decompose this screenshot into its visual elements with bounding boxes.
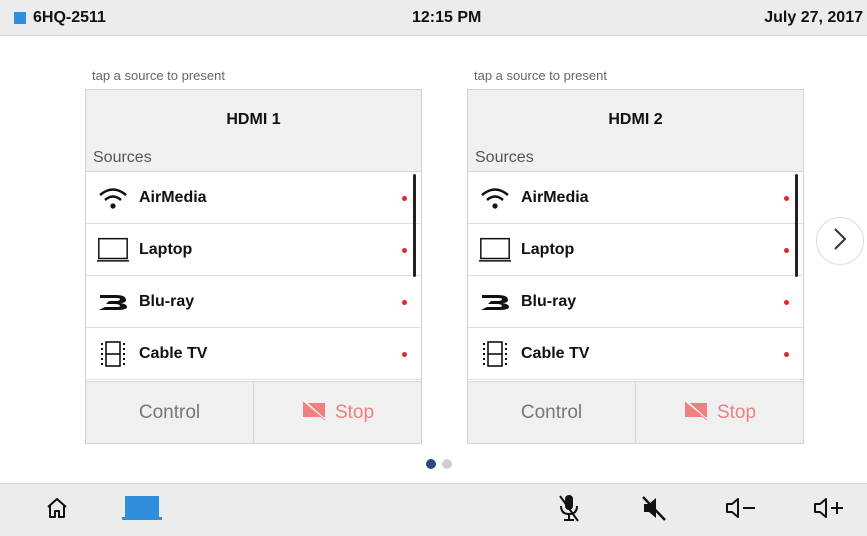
status-dot	[784, 300, 789, 305]
source-list[interactable]: AirMedia Laptop Blu-ray Cable TV	[86, 172, 421, 382]
page-dot[interactable]	[442, 459, 452, 469]
wifi-icon	[478, 184, 512, 212]
source-item-bluray[interactable]: Blu-ray	[86, 276, 421, 328]
date: July 27, 2017	[764, 9, 863, 26]
source-label: AirMedia	[521, 188, 589, 206]
volume-down-button[interactable]	[724, 494, 758, 526]
source-item-airmedia[interactable]: AirMedia	[86, 172, 421, 224]
stop-label: Stop	[334, 401, 375, 423]
speaker-mute-icon	[640, 494, 668, 527]
status-dot	[784, 352, 789, 357]
panel-actions: Control Stop	[86, 381, 421, 443]
stop-button[interactable]: Stop	[635, 382, 803, 443]
source-label: AirMedia	[139, 188, 207, 206]
home-button[interactable]	[40, 494, 74, 526]
control-button[interactable]: Control	[86, 382, 253, 443]
bluray-icon	[96, 288, 130, 316]
panel-1-hint: tap a source to present	[92, 68, 225, 83]
status-dot	[402, 352, 407, 357]
source-item-airmedia[interactable]: AirMedia	[468, 172, 803, 224]
stop-screen-icon	[301, 399, 327, 426]
status-dot	[784, 196, 789, 201]
film-icon	[478, 340, 512, 368]
stop-button[interactable]: Stop	[253, 382, 421, 443]
panel-title: HDMI 2	[468, 90, 803, 150]
bluray-icon	[478, 288, 512, 316]
panel-hdmi-1: HDMI 1 Sources AirMedia Laptop Blu-ray C…	[85, 89, 422, 444]
scrollbar[interactable]	[413, 174, 416, 277]
source-item-cable-tv[interactable]: Cable TV	[86, 328, 421, 380]
room-label: 6HQ-2511	[33, 9, 106, 26]
status-dot	[402, 196, 407, 201]
next-page-button[interactable]	[816, 217, 864, 265]
control-button[interactable]: Control	[468, 382, 635, 443]
room-indicator-icon	[14, 12, 26, 24]
control-label: Control	[520, 401, 583, 423]
status-bar: 6HQ-2511 12:15 PM July 27, 2017	[0, 0, 867, 36]
stop-screen-icon	[683, 399, 709, 426]
page-dot-active[interactable]	[426, 459, 436, 469]
chevron-right-icon	[833, 227, 847, 256]
bottom-bar	[0, 483, 867, 536]
display-icon	[122, 494, 162, 527]
laptop-icon	[478, 236, 512, 264]
status-dot	[402, 248, 407, 253]
mic-mute-icon	[556, 493, 582, 528]
control-label: Control	[138, 401, 201, 423]
sources-label: Sources	[468, 150, 803, 172]
panel-2-hint: tap a source to present	[474, 68, 607, 83]
source-label: Laptop	[139, 240, 193, 258]
source-label: Cable TV	[521, 344, 590, 362]
source-label: Blu-ray	[139, 292, 195, 310]
source-item-bluray[interactable]: Blu-ray	[468, 276, 803, 328]
status-dot	[784, 248, 789, 253]
page-indicator	[426, 459, 452, 469]
source-label: Cable TV	[139, 344, 208, 362]
panel-title: HDMI 1	[86, 90, 421, 150]
wifi-icon	[96, 184, 130, 212]
sources-label: Sources	[86, 150, 421, 172]
volume-down-icon	[724, 496, 758, 525]
source-label: Blu-ray	[521, 292, 577, 310]
mic-mute-button[interactable]	[552, 494, 586, 526]
room-name: 6HQ-2511	[14, 9, 106, 27]
panel-hdmi-2: HDMI 2 Sources AirMedia Laptop Blu-ray C…	[467, 89, 804, 444]
status-dot	[402, 300, 407, 305]
source-item-laptop[interactable]: Laptop	[86, 224, 421, 276]
panel-actions: Control Stop	[468, 381, 803, 443]
source-list[interactable]: AirMedia Laptop Blu-ray Cable TV	[468, 172, 803, 382]
source-item-laptop[interactable]: Laptop	[468, 224, 803, 276]
clock: 12:15 PM	[412, 9, 482, 26]
scrollbar[interactable]	[795, 174, 798, 277]
laptop-icon	[96, 236, 130, 264]
source-item-cable-tv[interactable]: Cable TV	[468, 328, 803, 380]
home-icon	[45, 496, 69, 525]
stop-label: Stop	[716, 401, 757, 423]
film-icon	[96, 340, 130, 368]
volume-up-button[interactable]	[812, 494, 846, 526]
volume-up-icon	[812, 496, 846, 525]
speaker-mute-button[interactable]	[637, 494, 671, 526]
display-button[interactable]	[122, 494, 162, 526]
source-label: Laptop	[521, 240, 575, 258]
